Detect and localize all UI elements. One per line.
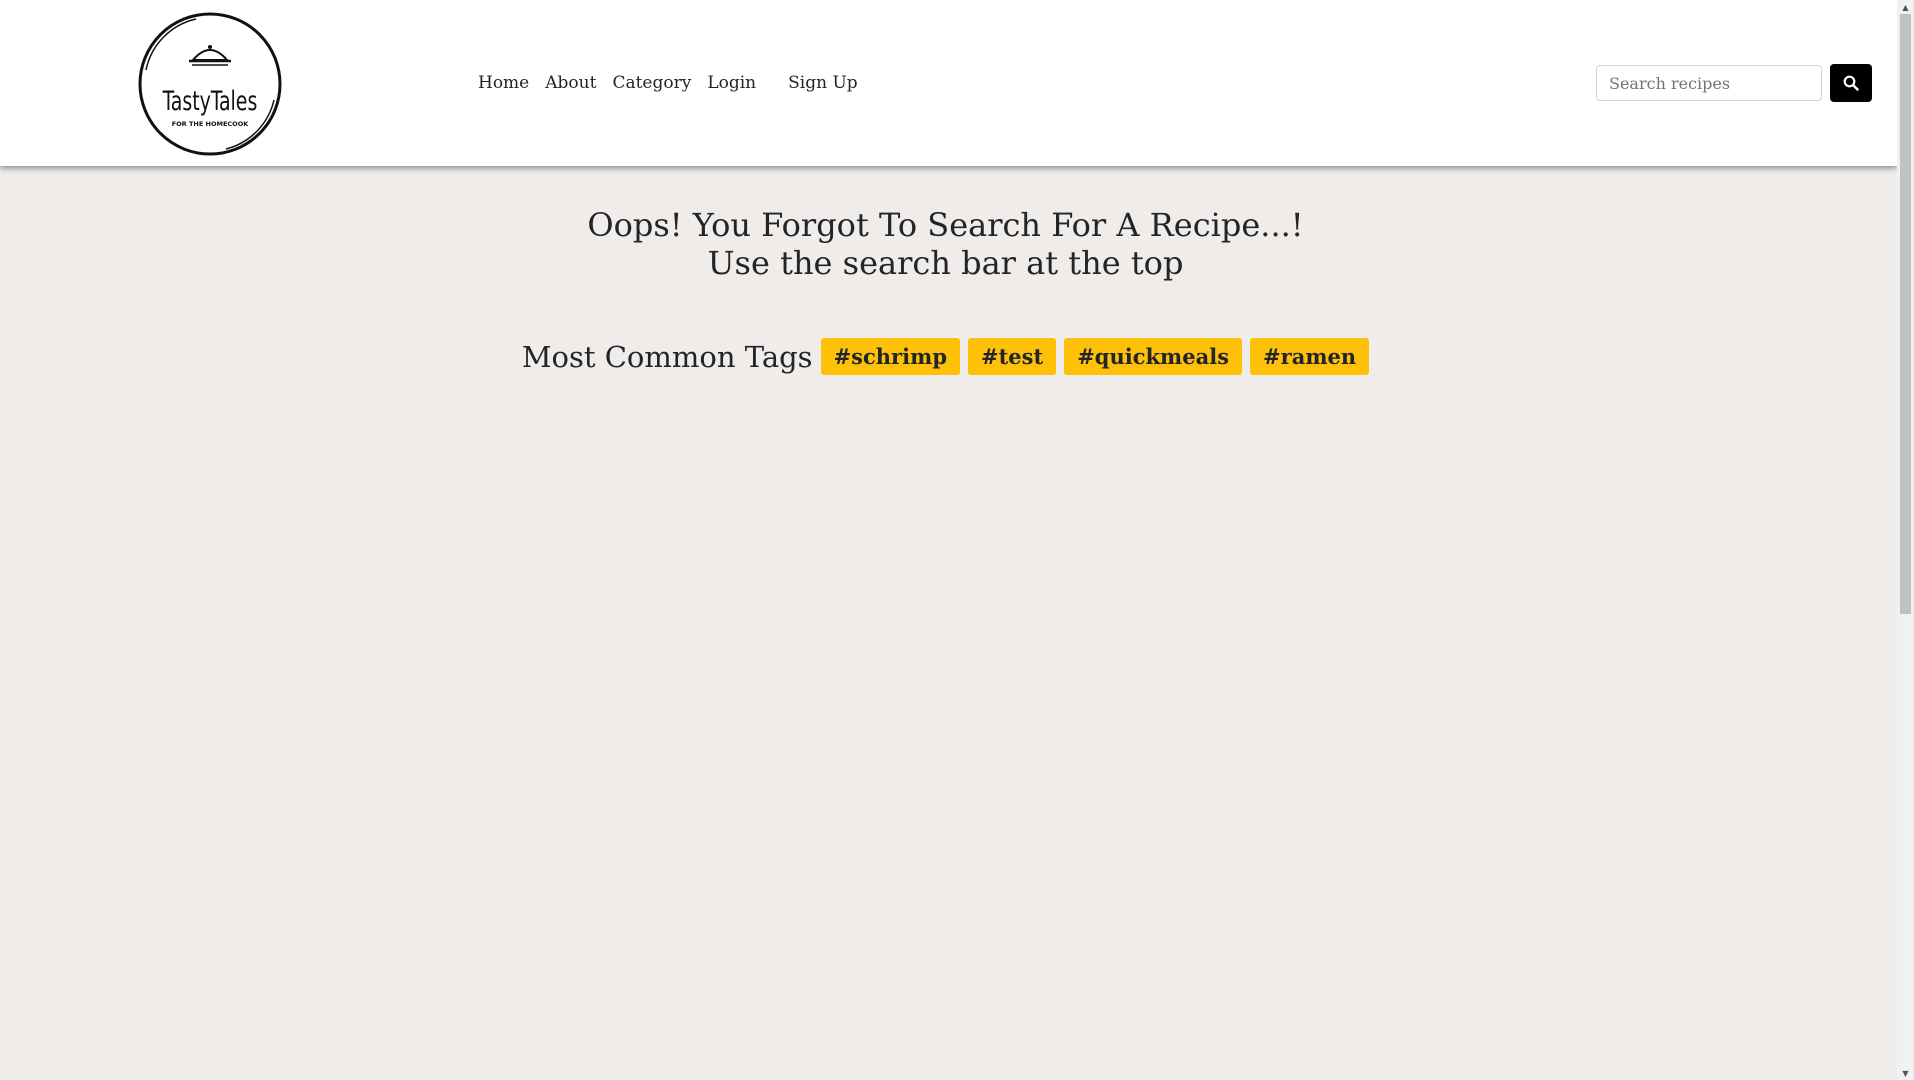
main-nav: Home About Category Login Sign Up (470, 70, 866, 96)
nav-home-link[interactable]: Home (478, 73, 529, 93)
svg-text:TastyTales: TastyTales (162, 85, 258, 116)
tags-title: Most Common Tags (521, 339, 813, 374)
nav-signup-link[interactable]: Sign Up (788, 73, 858, 93)
headline-line-1: Oops! You Forgot To Search For A Recipe.… (587, 206, 1304, 244)
brand-logo[interactable]: TastyTales FOR THE HOMECOOK (136, 10, 284, 158)
search-form (1596, 64, 1872, 102)
svg-text:FOR THE HOMECOOK: FOR THE HOMECOOK (172, 120, 250, 128)
search-button[interactable] (1830, 64, 1872, 102)
headline-line-2: Use the search bar at the top (707, 244, 1184, 282)
tag-badge-schrimp[interactable]: #schrimp (820, 338, 960, 375)
search-input[interactable] (1596, 65, 1822, 101)
scrollbar-thumb[interactable] (1900, 14, 1911, 614)
main-content: Oops! You Forgot To Search For A Recipe.… (0, 166, 1897, 1080)
nav-about-link[interactable]: About (545, 73, 596, 93)
top-navbar: TastyTales FOR THE HOMECOOK Home About C… (0, 0, 1897, 166)
tastytales-logo-image: TastyTales FOR THE HOMECOOK (138, 12, 282, 156)
tag-badge-ramen[interactable]: #ramen (1250, 338, 1370, 375)
nav-category-link[interactable]: Category (612, 73, 691, 93)
scroll-up-arrow-icon[interactable]: ▲ (1897, 0, 1914, 14)
scroll-down-arrow-icon[interactable]: ▼ (1897, 1066, 1914, 1080)
tag-badge-test[interactable]: #test (968, 338, 1057, 375)
tag-badge-quickmeals[interactable]: #quickmeals (1064, 338, 1243, 375)
page-scrollbar[interactable]: ▲ ▼ (1897, 0, 1914, 1080)
nav-login-link[interactable]: Login (707, 73, 756, 93)
common-tags-section: Most Common Tags #schrimp #test #quickme… (0, 338, 1891, 375)
search-icon (1843, 75, 1859, 91)
empty-search-message: Oops! You Forgot To Search For A Recipe.… (0, 206, 1891, 282)
